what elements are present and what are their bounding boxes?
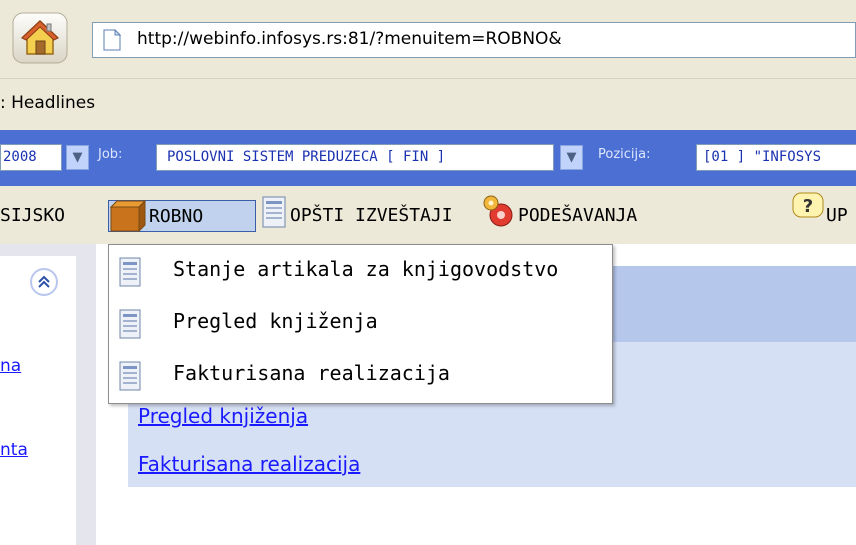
menu-item-opsti-izvestaji[interactable]: OPŠTI IZVEŠTAJI <box>290 200 453 232</box>
document-icon <box>119 257 141 287</box>
left-link-na[interactable]: na <box>0 356 21 376</box>
chevron-down-icon[interactable]: ▼ <box>560 145 583 170</box>
job-select[interactable]: POSLOVNI SISTEM PREDUZECA [ FIN ] <box>156 144 554 171</box>
menu-item-robno[interactable]: ROBNO <box>108 199 256 233</box>
app-filter-bar: 2008 ▼ Job: POSLOVNI SISTEM PREDUZECA [ … <box>0 130 856 186</box>
url-text[interactable]: http://webinfo.infosys.rs:81/?menuitem=R… <box>137 29 562 49</box>
robno-dropdown-menu: Stanje artikala za knjigovodstvo Pregled… <box>108 244 613 404</box>
menu-item-sijsko[interactable]: SIJSKO <box>0 200 65 232</box>
document-icon <box>119 309 141 339</box>
browser-toolbar: http://webinfo.infosys.rs:81/?menuitem=R… <box>0 0 856 78</box>
document-icon <box>262 196 286 228</box>
svg-text:?: ? <box>803 196 813 217</box>
main-menu-bar: SIJSKO ROBNO OPŠTI IZVEŠTAJI PODEŠAVANJA… <box>0 186 856 244</box>
job-label: Job: <box>98 147 123 162</box>
pozicija-label: Pozicija: <box>598 147 651 162</box>
home-button[interactable] <box>12 12 68 64</box>
dropdown-item-label: Fakturisana realizacija <box>173 361 450 385</box>
dropdown-item-fakturisana-realizacija[interactable]: Fakturisana realizacija <box>109 351 612 403</box>
links-bar: : Headlines <box>0 78 856 130</box>
collapse-button[interactable] <box>30 268 58 296</box>
menu-item-podesavanja[interactable]: PODEŠAVANJA <box>518 200 637 232</box>
dropdown-item-label: Pregled knjiženja <box>173 309 378 333</box>
pozicija-select[interactable]: [01 ] "INFOSYS <box>696 144 856 171</box>
box-icon <box>109 199 147 233</box>
dropdown-item-pregled-knjizenja[interactable]: Pregled knjiženja <box>109 299 612 351</box>
gear-icon <box>483 195 513 227</box>
help-icon: ? <box>792 192 824 218</box>
chevron-down-icon[interactable]: ▼ <box>66 145 89 170</box>
menu-item-robno-label: ROBNO <box>149 206 204 227</box>
menu-item-up[interactable]: UP <box>826 200 848 232</box>
dropdown-item-stanje-artikala[interactable]: Stanje artikala za knjigovodstvo <box>109 247 612 299</box>
home-icon <box>12 12 68 64</box>
left-link-nta[interactable]: nta <box>0 440 28 460</box>
content-link-pregled-knjizenja[interactable]: Pregled knjiženja <box>138 404 308 428</box>
double-chevron-up-icon <box>38 275 50 288</box>
address-bar[interactable]: http://webinfo.infosys.rs:81/?menuitem=R… <box>92 22 856 58</box>
links-headlines[interactable]: : Headlines <box>0 93 95 113</box>
date-select[interactable]: 2008 <box>0 144 62 171</box>
dropdown-item-label: Stanje artikala za knjigovodstvo <box>173 257 559 281</box>
page-icon <box>103 28 122 51</box>
left-panel-inner <box>0 256 76 545</box>
content-link-fakturisana-realizacija[interactable]: Fakturisana realizacija <box>138 452 360 476</box>
document-icon <box>119 361 141 391</box>
